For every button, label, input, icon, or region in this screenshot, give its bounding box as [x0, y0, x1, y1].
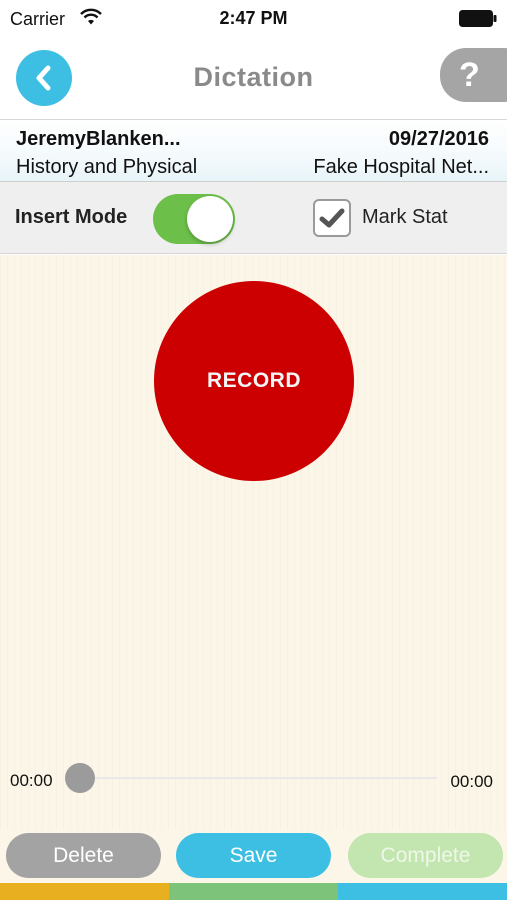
facility-name: Fake Hospital Net...: [313, 156, 489, 178]
toggle-knob: [187, 196, 233, 242]
record-button[interactable]: RECORD: [154, 281, 354, 481]
color-strip: [0, 883, 507, 900]
insert-mode-label: Insert Mode: [15, 206, 128, 228]
delete-button[interactable]: Delete: [6, 833, 161, 878]
total-time: 00:00: [450, 772, 493, 791]
action-bar: Delete Save Complete: [0, 830, 507, 883]
progress-handle[interactable]: [65, 763, 95, 793]
help-button[interactable]: ?: [440, 48, 507, 102]
page-title: Dictation: [193, 62, 314, 92]
insert-mode-toggle[interactable]: [153, 194, 235, 244]
progress-track[interactable]: [80, 777, 437, 779]
color-strip-segment: [0, 883, 169, 900]
battery-icon: [459, 10, 497, 27]
mark-stat-checkbox[interactable]: [313, 199, 351, 237]
save-button[interactable]: Save: [176, 833, 331, 878]
nav-bar: Dictation ?: [0, 38, 507, 120]
patient-info-header: JeremyBlanken... 09/27/2016 History and …: [0, 120, 507, 182]
patient-name: JeremyBlanken...: [16, 128, 181, 150]
status-bar: Carrier 2:47 PM: [0, 0, 507, 38]
color-strip-segment: [169, 883, 338, 900]
current-time: 00:00: [10, 771, 53, 790]
color-strip-segment: [338, 883, 507, 900]
dictation-date: 09/27/2016: [388, 128, 489, 150]
status-time: 2:47 PM: [219, 8, 288, 28]
mark-stat-label: Mark Stat: [362, 206, 448, 228]
options-bar: Insert Mode Mark Stat: [0, 182, 507, 254]
record-area: RECORD 00:00 00:00: [0, 255, 507, 830]
complete-button[interactable]: Complete: [348, 833, 503, 878]
document-type: History and Physical: [16, 156, 198, 178]
checkmark-icon: [319, 208, 345, 228]
